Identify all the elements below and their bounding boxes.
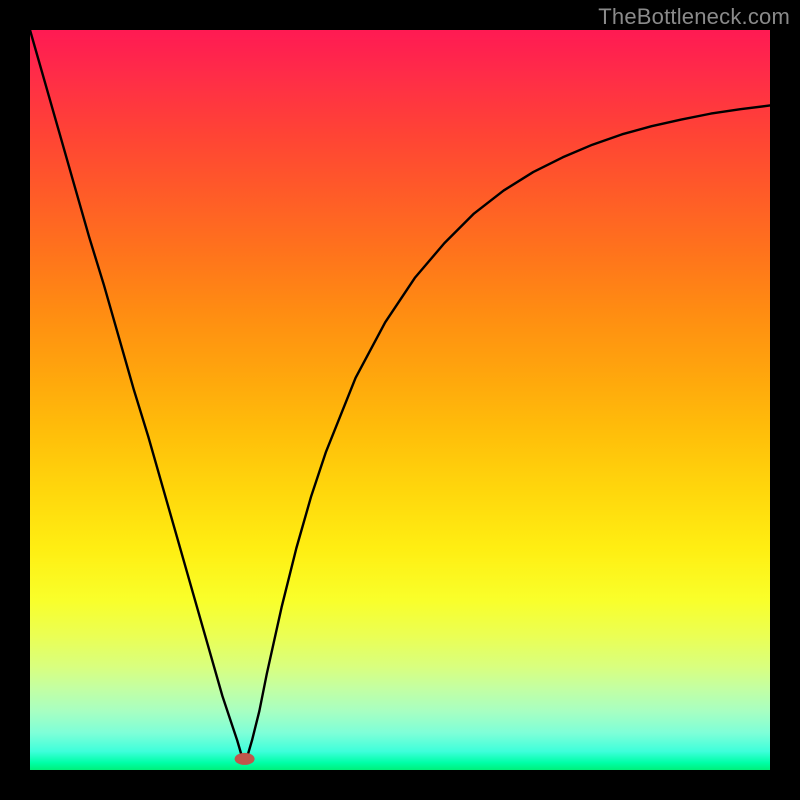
chart-frame: TheBottleneck.com bbox=[0, 0, 800, 800]
watermark-text: TheBottleneck.com bbox=[598, 4, 790, 30]
min-marker bbox=[235, 753, 255, 765]
bottleneck-curve bbox=[30, 30, 770, 761]
curve-layer bbox=[30, 30, 770, 770]
plot-area bbox=[30, 30, 770, 770]
